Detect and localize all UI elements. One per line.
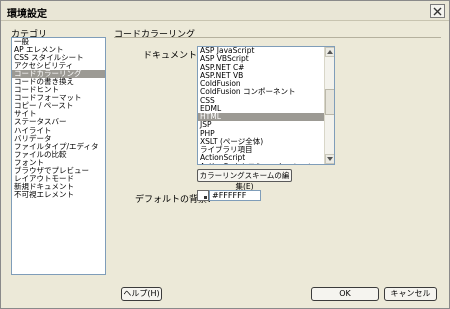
- window-title: 環境設定: [7, 9, 47, 20]
- scroll-up-button[interactable]: [325, 47, 334, 57]
- background-color-swatch[interactable]: [197, 190, 209, 201]
- close-icon: [433, 7, 442, 15]
- scroll-down-button[interactable]: [325, 154, 334, 164]
- help-button[interactable]: ヘルプ(H): [121, 287, 162, 301]
- background-color-field[interactable]: #FFFFFF: [209, 190, 261, 201]
- close-button[interactable]: [430, 4, 445, 18]
- edit-coloring-scheme-button[interactable]: カラーリングスキームの編集(E): [197, 169, 292, 191]
- document-type-item[interactable]: JSP: [198, 121, 324, 129]
- category-item[interactable]: 不可視エレメント: [12, 190, 105, 199]
- document-type-list[interactable]: ASP JavaScript ASP VBScript ASP.NET C# ASP.…: [197, 46, 335, 165]
- title-bar: 環境設定: [1, 1, 449, 21]
- ok-button[interactable]: OK: [311, 287, 379, 301]
- document-type-item[interactable]: ActionScript コミュニケーション: [198, 162, 324, 164]
- document-type-item[interactable]: ColdFusion コンポーネント: [198, 88, 324, 96]
- preferences-dialog: 環境設定 カテゴリ 一般 AP エレメント CSS スタイルシート アクセシビリティコ…: [0, 0, 450, 309]
- section-title: コードカラーリング: [114, 30, 196, 40]
- document-type-items: ASP JavaScript ASP VBScript ASP.NET C# ASP.…: [198, 47, 324, 164]
- scroll-thumb[interactable]: [325, 89, 334, 115]
- arrow-down-icon: [327, 157, 333, 161]
- section-divider: [114, 37, 441, 38]
- vertical-scrollbar[interactable]: [324, 47, 334, 164]
- cancel-button[interactable]: キャンセル: [384, 287, 437, 301]
- document-type-item[interactable]: HTML: [198, 112, 324, 122]
- arrow-up-icon: [327, 50, 333, 54]
- category-list[interactable]: 一般 AP エレメント CSS スタイルシート アクセシビリティ コードカラーリング コー…: [11, 37, 106, 275]
